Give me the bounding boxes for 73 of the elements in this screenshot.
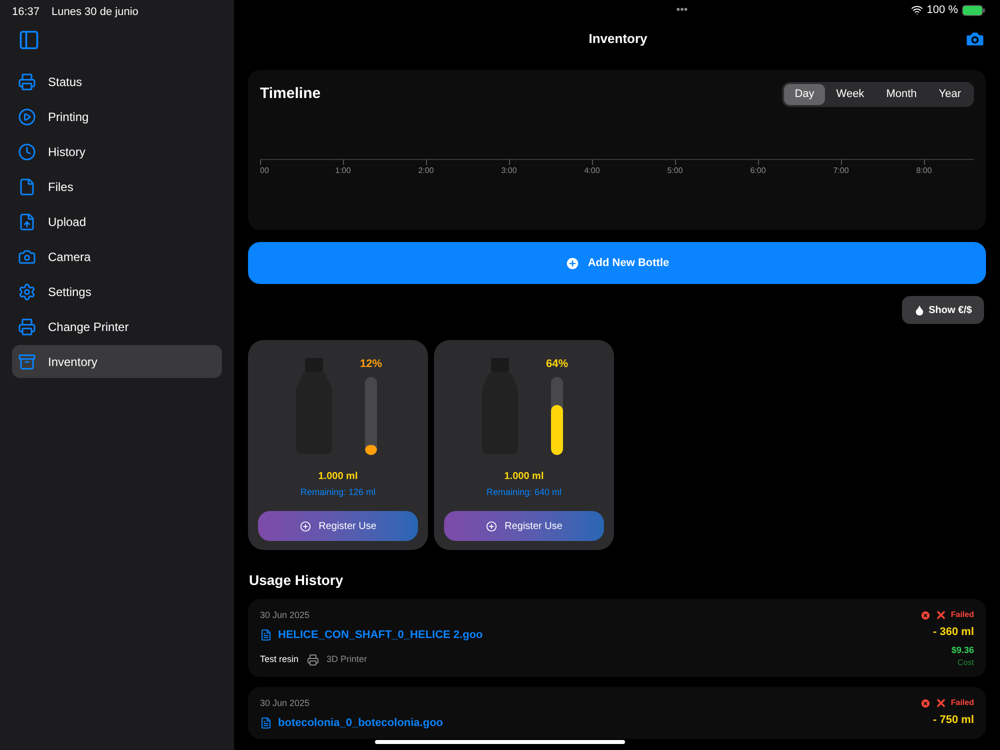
battery-percent: 100 % bbox=[926, 2, 958, 18]
register-use-button[interactable]: Register Use bbox=[258, 511, 418, 541]
level-percent: 12% bbox=[360, 357, 382, 372]
sidebar-item[interactable]: Camera bbox=[12, 240, 222, 273]
axis-label: 8:00 bbox=[916, 165, 932, 177]
entry-date: 30 Jun 2025 bbox=[260, 697, 311, 710]
remaining-volume: Remaining: 640 ml bbox=[486, 486, 562, 499]
axis-label: 4:00 bbox=[584, 165, 600, 177]
cross-icon bbox=[934, 609, 947, 621]
sidebar-item[interactable]: Change Printer bbox=[12, 310, 222, 343]
axis-label: 1:00 bbox=[335, 165, 351, 177]
sidebar-item[interactable]: Printing bbox=[12, 100, 222, 133]
timeline-title: Timeline bbox=[260, 84, 321, 104]
file-icon bbox=[18, 178, 36, 196]
sidebar-item[interactable]: Status bbox=[12, 65, 222, 98]
droplet-icon bbox=[914, 304, 925, 316]
battery-icon bbox=[962, 4, 986, 16]
axis-label: 2:00 bbox=[418, 165, 434, 177]
cost-label: Cost bbox=[958, 657, 974, 669]
plus-icon bbox=[486, 520, 497, 532]
bottle-volume: 1.000 ml bbox=[318, 470, 358, 484]
register-use-button[interactable]: Register Use bbox=[444, 511, 604, 541]
settings-icon bbox=[18, 282, 36, 300]
sidebar-item[interactable]: History bbox=[12, 135, 222, 168]
entry-status: Failed bbox=[950, 697, 974, 709]
sidebar-item[interactable]: Inventory bbox=[12, 345, 222, 378]
page-title: Inventory bbox=[588, 30, 648, 48]
axis-label: 6:00 bbox=[750, 165, 766, 177]
bottle-volume: 1.000 ml bbox=[504, 470, 544, 484]
file-upload-icon bbox=[18, 212, 36, 230]
axis-label: 7:00 bbox=[833, 165, 849, 177]
document-icon bbox=[260, 716, 272, 729]
printer-icon bbox=[18, 318, 36, 336]
camera-icon bbox=[18, 248, 36, 266]
level-percent: 64% bbox=[546, 357, 568, 372]
currency-button[interactable]: Show €/$ bbox=[902, 296, 984, 324]
add-bottle-button[interactable]: Add New Bottle bbox=[248, 242, 986, 284]
printer-icon bbox=[306, 654, 319, 666]
file-link[interactable]: botecolonia_0_botecolonia.goo bbox=[260, 714, 444, 731]
sidebar-item[interactable]: Upload bbox=[12, 205, 222, 238]
document-icon bbox=[260, 628, 272, 641]
range-tab[interactable]: Week bbox=[825, 84, 876, 105]
cross-icon bbox=[934, 697, 947, 709]
remaining-volume: Remaining: 126 ml bbox=[300, 486, 376, 499]
axis-label: 3:00 bbox=[501, 165, 517, 177]
file-link[interactable]: HELICE_CON_SHAFT_0_HELICE 2.goo bbox=[260, 626, 483, 643]
archive-box-icon bbox=[18, 352, 36, 370]
error-icon bbox=[920, 610, 931, 620]
range-tab[interactable]: Day bbox=[784, 84, 826, 105]
entry-amount: - 750 ml bbox=[933, 713, 974, 728]
entry-amount: - 360 ml bbox=[933, 625, 974, 640]
plus-icon bbox=[300, 520, 311, 532]
error-icon bbox=[920, 698, 931, 708]
entry-status: Failed bbox=[950, 609, 974, 621]
sidebar-item[interactable]: Settings bbox=[12, 275, 222, 308]
range-tab[interactable]: Year bbox=[928, 84, 972, 105]
axis-label: 5:00 bbox=[667, 165, 683, 177]
clock-icon bbox=[18, 142, 36, 160]
sidebar-item[interactable]: Files bbox=[12, 170, 222, 203]
axis-label: 00 bbox=[260, 165, 269, 177]
printer-name: 3D Printer bbox=[326, 653, 368, 666]
usage-history-title: Usage History bbox=[249, 571, 344, 590]
sidebar-toggle-icon[interactable] bbox=[18, 29, 40, 51]
printer-icon bbox=[18, 72, 36, 90]
plus-icon bbox=[564, 256, 580, 270]
multitask-dots[interactable]: ••• bbox=[676, 2, 688, 18]
status-time: 16:37 bbox=[12, 5, 40, 20]
entry-cost: $9.36 bbox=[951, 644, 974, 656]
range-tab[interactable]: Month bbox=[875, 84, 928, 105]
resin-name: Test resin bbox=[260, 653, 299, 666]
play-icon bbox=[18, 108, 36, 126]
status-date: Lunes 30 de junio bbox=[52, 5, 138, 20]
entry-date: 30 Jun 2025 bbox=[260, 609, 311, 622]
